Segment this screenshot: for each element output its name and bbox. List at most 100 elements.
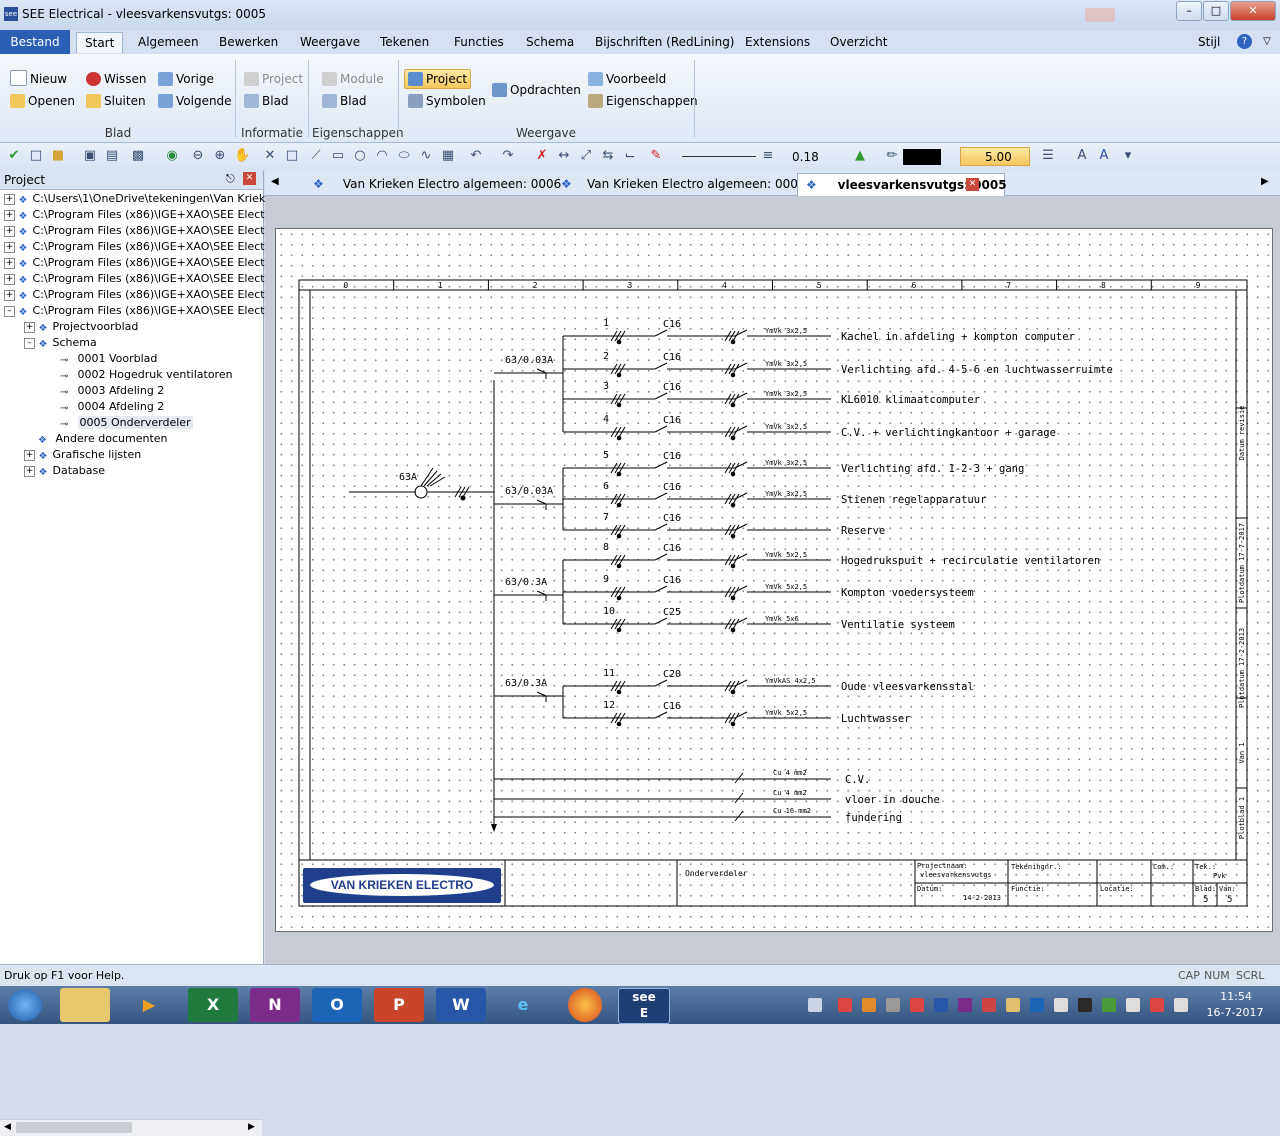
tab-tekenen[interactable]: Tekenen <box>372 32 437 52</box>
tree-item-projectvoorblad[interactable]: + ❖ Projectvoorblad <box>4 319 260 335</box>
tray-network-icon[interactable] <box>1126 998 1140 1012</box>
wissen-button[interactable]: Wissen <box>86 70 146 88</box>
firefox-icon[interactable] <box>568 988 602 1022</box>
tree-item-sheet[interactable]: ⊸ 0004 Afdeling 2 <box>4 399 260 415</box>
tab-functies[interactable]: Functies <box>446 32 512 52</box>
next-button[interactable]: Volgende <box>158 92 232 110</box>
tray-app-icon[interactable] <box>886 998 900 1012</box>
move-icon[interactable]: ↔ <box>556 148 572 164</box>
pan-icon[interactable]: ✋ <box>234 148 250 164</box>
tree-item-path[interactable]: + ❖ C:\Program Files (x86)\IGE+XAO\SEE El… <box>4 255 285 271</box>
tab-bijschriften[interactable]: Bijschriften (RedLining) <box>587 32 743 52</box>
panel-close-icon[interactable]: ✕ <box>243 172 256 185</box>
start-button[interactable] <box>8 989 42 1021</box>
tree-item-path[interactable]: + ❖ C:\Program Files (x86)\IGE+XAO\SEE El… <box>4 271 285 287</box>
tree-item-sheet[interactable]: ⊸ 0001 Voorblad <box>4 351 260 367</box>
tray-app-icon[interactable] <box>838 998 852 1012</box>
tree-item-schema[interactable]: – ❖ Schema <box>4 335 260 351</box>
line-style-selector[interactable] <box>682 156 756 157</box>
tab-weergave[interactable]: Weergave <box>292 32 368 52</box>
tray-app-icon[interactable] <box>982 998 996 1012</box>
tray-app-icon[interactable] <box>934 998 948 1012</box>
tree-item-path[interactable]: + ❖ C:\Program Files (x86)\IGE+XAO\SEE El… <box>4 287 285 303</box>
tree-item-sheet[interactable]: ⊸ 0002 Hogedruk ventilatoren <box>4 367 260 383</box>
tree-item-grafische[interactable]: + ❖ Grafische lijsten <box>4 447 260 463</box>
pin-icon[interactable]: ⎋ <box>226 172 235 186</box>
tree-item-sheet-selected[interactable]: ⊸ 0005 Onderverdeler <box>4 415 260 431</box>
tray-app-icon[interactable] <box>958 998 972 1012</box>
zoom-in-icon[interactable]: ⊕ <box>212 148 228 164</box>
redo-icon[interactable]: ↷ <box>500 148 516 164</box>
tree-item-path[interactable]: – ❖ C:\Program Files (x86)\IGE+XAO\SEE El… <box>4 303 285 319</box>
tab-overzicht[interactable]: Overzicht <box>822 32 895 52</box>
scroll-thumb[interactable] <box>16 1122 132 1133</box>
line-icon[interactable]: ⟋ <box>308 148 324 164</box>
tree-item-path[interactable]: + ❖ C:\Users\1\OneDrive\tekeningen\Van Kr… <box>4 191 282 207</box>
print-icon[interactable]: ▩ <box>130 148 146 164</box>
tab-start[interactable]: Start <box>76 32 124 53</box>
app-icon[interactable]: see <box>4 7 18 21</box>
properties-button[interactable]: Eigenschappen <box>588 92 698 110</box>
tab-bewerken[interactable]: Bewerken <box>211 32 286 52</box>
select-rect-icon[interactable]: □ <box>284 148 300 164</box>
rectangle-icon[interactable]: ▭ <box>330 148 346 164</box>
globe-icon[interactable]: ◉ <box>164 148 180 164</box>
new-button[interactable]: Nieuw <box>10 70 67 88</box>
color-swatch[interactable] <box>903 149 941 165</box>
close-sheet-button[interactable]: Sluiten <box>86 92 146 110</box>
minimize-button[interactable]: – <box>1176 1 1202 21</box>
outlook-icon[interactable]: O <box>312 988 362 1022</box>
clock-date[interactable]: 16-7-2017 <box>1200 1006 1270 1019</box>
tray-app-icon[interactable] <box>1078 998 1092 1012</box>
maximize-button[interactable]: □ <box>1203 1 1229 21</box>
grid-size-selector[interactable]: 5.00 <box>960 147 1030 166</box>
view-project-button[interactable]: Project <box>404 69 472 89</box>
print-preview-icon[interactable]: ▤ <box>104 148 120 164</box>
tray-mail-icon[interactable] <box>1006 998 1020 1012</box>
doc-tab[interactable]: ❖ Van Krieken Electro algemeen: 0007 <box>553 173 814 195</box>
tab-bestand[interactable]: Bestand <box>0 30 70 54</box>
brush-icon[interactable]: ✏ <box>884 148 900 164</box>
symbols-button[interactable]: Symbolen <box>408 92 486 110</box>
tree-item-path[interactable]: + ❖ C:\Program Files (x86)\IGE+XAO\SEE El… <box>4 239 285 255</box>
powerpoint-icon[interactable]: P <box>374 988 424 1022</box>
tree-item-path[interactable]: + ❖ C:\Program Files (x86)\IGE+XAO\SEE El… <box>4 207 285 223</box>
cross-icon[interactable]: ✕ <box>262 148 278 164</box>
save-icon[interactable]: ▣ <box>82 148 98 164</box>
horizontal-scrollbar[interactable]: ◀ ▶ <box>0 1119 262 1136</box>
onenote-icon[interactable]: N <box>250 988 300 1022</box>
curve-icon[interactable]: ∿ <box>418 148 434 164</box>
style-menu[interactable]: Stijl <box>1190 32 1228 52</box>
schematic[interactable]: 0 1 2 3 4 5 6 7 8 9Datum revisiePlotdatum 17-7-20… <box>275 228 1271 930</box>
tree-item-database[interactable]: + ❖ Database <box>4 463 260 479</box>
rotate-icon[interactable]: ⤢ <box>578 148 594 164</box>
scroll-right-icon[interactable]: ▶ <box>248 1122 255 1132</box>
delete-element-icon[interactable]: ✗ <box>534 148 550 164</box>
new-file-icon[interactable]: □ <box>28 148 44 164</box>
tray-nvidia-icon[interactable] <box>1102 998 1116 1012</box>
word-icon[interactable]: W <box>436 988 486 1022</box>
doc-tab[interactable]: ❖ Van Krieken Electro algemeen: 0006 <box>305 173 569 195</box>
toolbar-options-icon[interactable]: ▾ <box>1120 148 1136 164</box>
line-width-value[interactable]: 0.18 <box>792 150 819 164</box>
previous-button[interactable]: Vorige <box>158 70 214 88</box>
help-icon[interactable]: ? <box>1237 34 1252 49</box>
tray-app-icon[interactable] <box>910 998 924 1012</box>
info-project-button[interactable]: Project <box>244 70 303 88</box>
internet-explorer-icon[interactable]: e <box>498 988 548 1022</box>
tray-app-icon[interactable] <box>1054 998 1068 1012</box>
check-icon[interactable]: ✔ <box>6 148 22 164</box>
pen-color-icon[interactable]: ✎ <box>648 148 664 164</box>
tab-algemeen[interactable]: Algemeen <box>130 32 207 52</box>
scroll-left-icon[interactable]: ◀ <box>4 1122 11 1132</box>
close-button[interactable]: ✕ <box>1230 1 1276 21</box>
info-blad-button[interactable]: Blad <box>244 92 289 110</box>
arc-icon[interactable]: ◠ <box>374 148 390 164</box>
open-button[interactable]: Openen <box>10 92 75 110</box>
circle-icon[interactable]: ○ <box>352 148 368 164</box>
tray-flag-icon[interactable] <box>1174 998 1188 1012</box>
open-file-icon[interactable]: ■ <box>50 148 66 164</box>
tab-schema[interactable]: Schema <box>518 32 582 52</box>
undo-icon[interactable]: ↶ <box>468 148 484 164</box>
commands-button[interactable]: Opdrachten <box>492 81 581 99</box>
